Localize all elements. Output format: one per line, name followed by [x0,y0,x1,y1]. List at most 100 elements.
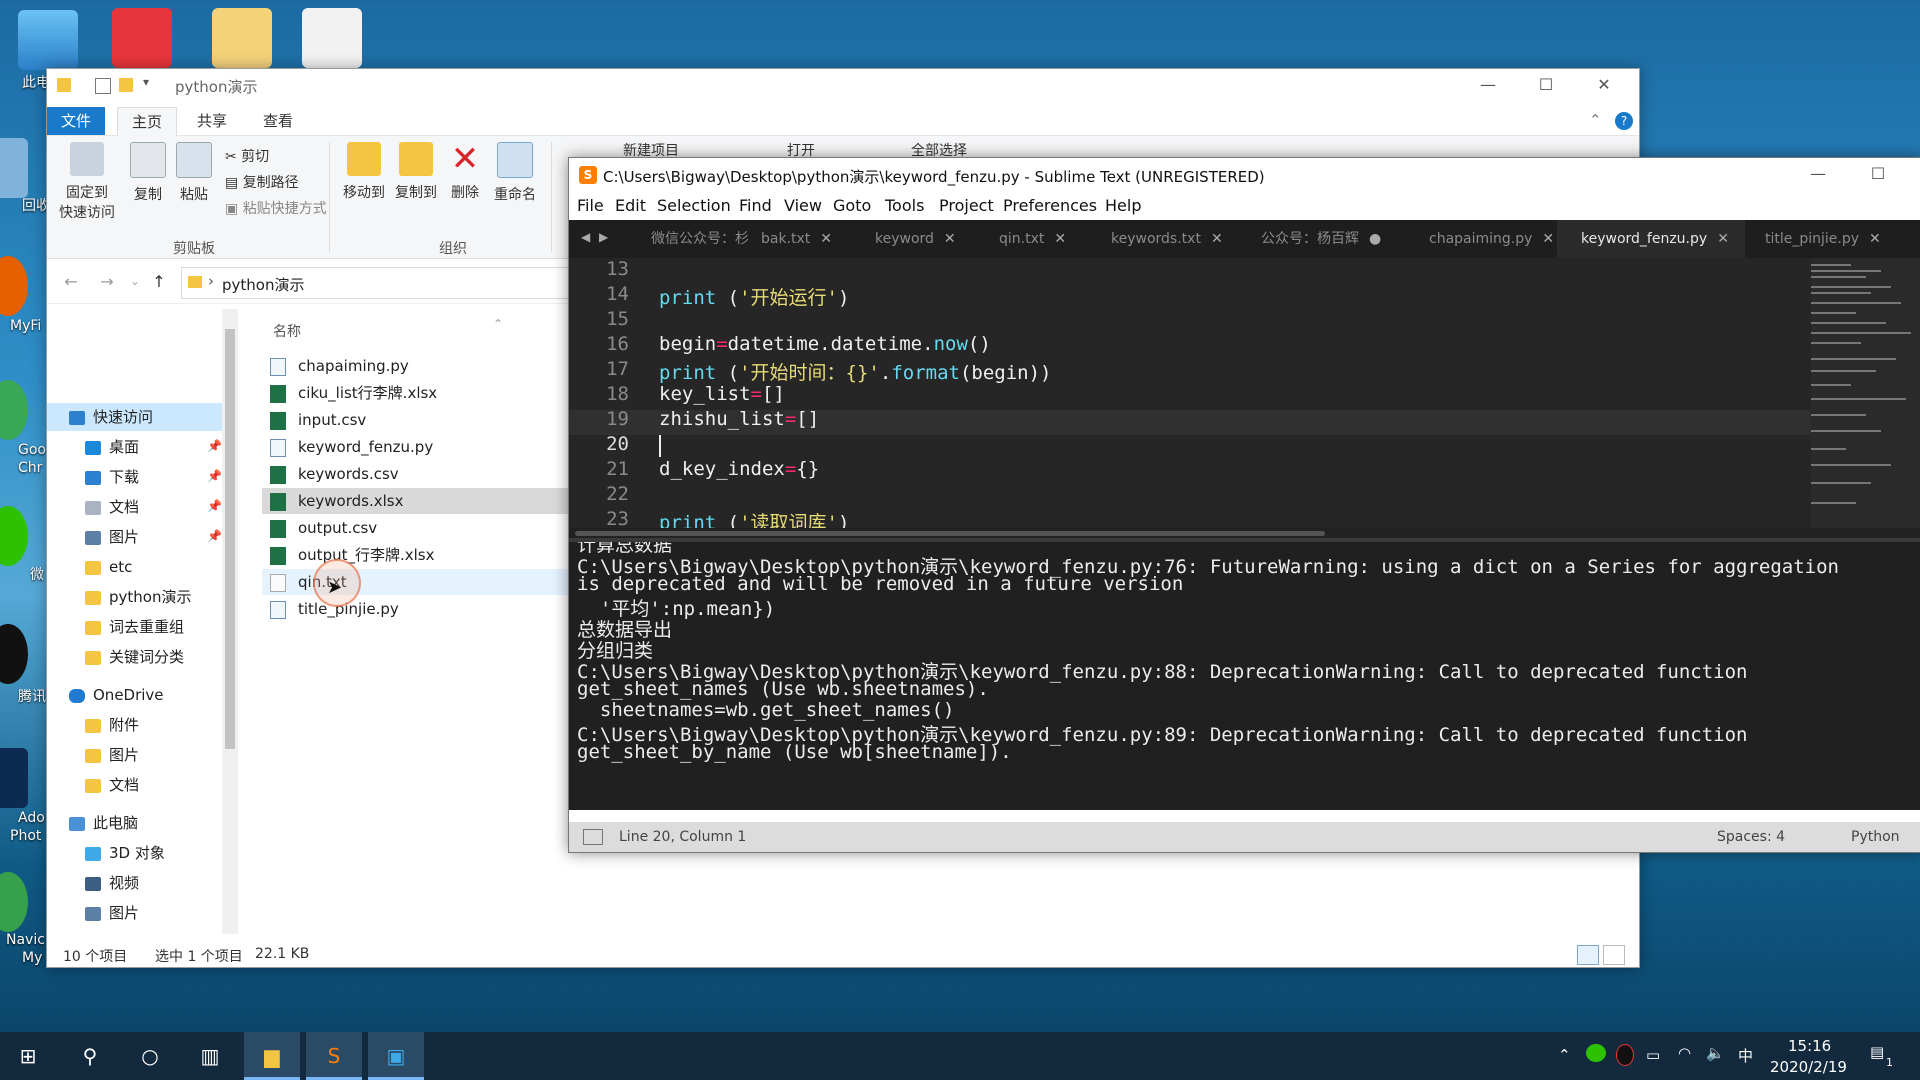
close-button[interactable]: ✕ [1905,158,1920,190]
menu-selection[interactable]: Selection [657,196,731,215]
tab-close-icon[interactable]: ✕ [820,231,832,247]
tab-share[interactable]: 共享 [183,107,241,135]
minimize-button[interactable]: — [1459,69,1517,101]
photoshop-icon[interactable] [0,748,28,808]
minimap[interactable] [1811,258,1920,528]
editor-tab-active[interactable]: keyword_fenzu.py ✕ [1557,220,1745,258]
chevron-down-icon[interactable]: ▾ [143,75,149,89]
scrollbar-thumb[interactable] [225,329,235,749]
nav-pc-pictures[interactable]: 图片 [85,899,139,927]
editor-tab[interactable]: keyword ✕ [875,220,956,258]
nav-pc-documents[interactable]: 文档 [85,929,139,934]
battery-icon[interactable]: ▭ [1646,1046,1660,1064]
nav-downloads[interactable]: 下载 [85,463,139,491]
clock-time[interactable]: 15:16 [1788,1037,1831,1055]
nav-onedrive[interactable]: OneDrive [69,681,164,709]
qq-icon[interactable] [0,624,28,684]
forward-arrow-icon[interactable]: → [95,271,119,293]
tab-scroll-right-icon[interactable]: ▶ [599,230,608,244]
code-line[interactable]: print ('开始运行') [659,283,849,310]
chrome-icon[interactable] [0,380,28,440]
start-button[interactable]: ⊞ [0,1032,56,1080]
column-header-name[interactable]: 名称 [273,321,301,341]
wifi-icon[interactable]: ◠ [1678,1044,1691,1062]
menu-edit[interactable]: Edit [615,196,646,215]
editor-tab[interactable]: qin.txt ✕ [999,220,1066,258]
nav-onedrive-pictures[interactable]: 图片 [85,741,139,769]
file-explorer-taskbar-icon[interactable]: ▆ [244,1032,300,1080]
xmind-icon[interactable] [112,8,172,68]
tab-close-icon[interactable]: ✕ [1717,231,1729,247]
editor-tab[interactable]: chapaiming.py ✕ [1429,220,1554,258]
clock-date[interactable]: 2020/2/19 [1770,1058,1847,1076]
chevron-up-icon[interactable]: ⌃ [1589,111,1602,129]
nav-3d-objects[interactable]: 3D 对象 [85,839,165,867]
paste-button[interactable]: 粘贴 [171,142,217,204]
tab-close-icon[interactable]: ✕ [1211,231,1223,247]
nav-keyword-classify[interactable]: 关键词分类 [85,643,184,671]
pin-quick-access-button[interactable]: 固定到 快速访问 [51,142,123,222]
ime-indicator[interactable]: 中 [1738,1045,1753,1066]
firefox-icon[interactable] [0,256,28,316]
scrollbar-thumb[interactable] [575,531,1325,536]
back-arrow-icon[interactable]: ← [59,271,83,293]
tab-scroll-left-icon[interactable]: ◀ [581,230,590,244]
rename-button[interactable]: 重命名 [487,142,543,204]
editor-tab[interactable]: title_pinjie.py ✕ [1765,220,1881,258]
code-editor[interactable]: 13 14 15 16 17 18 19 20 21 22 23 print (… [569,258,1920,528]
notification-icon[interactable]: ▤ [1870,1043,1884,1061]
copy-button[interactable]: 复制 [125,142,171,204]
task-view-icon[interactable]: ▥ [182,1032,238,1080]
menu-tools[interactable]: Tools [885,196,924,215]
desktop-computer-icon[interactable] [18,10,78,70]
nav-pictures[interactable]: 图片 [85,523,139,551]
address-input[interactable]: › python演示 [181,267,623,299]
minimize-button[interactable]: — [1789,158,1847,190]
close-button[interactable]: ✕ [1575,69,1633,101]
nav-this-pc[interactable]: 此电脑 [69,809,138,837]
folder-icon[interactable] [212,8,272,68]
tab-view[interactable]: 查看 [249,107,307,135]
large-icons-view-icon[interactable] [1603,945,1625,965]
delete-button[interactable]: ✕ 删除 [445,142,485,202]
nav-onedrive-documents[interactable]: 文档 [85,771,139,799]
nav-scrollbar[interactable] [222,309,238,934]
breadcrumb[interactable]: python演示 [222,274,304,295]
nav-dedup[interactable]: 词去重重组 [85,613,184,641]
details-view-icon[interactable] [1577,945,1599,965]
code-line[interactable]: d_key_index={} [659,458,819,480]
menu-file[interactable]: File [577,196,604,215]
move-to-button[interactable]: 移动到 [339,142,389,202]
tab-home[interactable]: 主页 [117,107,178,137]
nav-desktop[interactable]: 桌面 [85,433,139,461]
menu-help[interactable]: Help [1105,196,1141,215]
properties-icon[interactable] [95,78,111,94]
cortana-icon[interactable]: ○ [122,1032,178,1080]
menu-find[interactable]: Find [739,196,772,215]
wechat-icon[interactable] [0,506,28,566]
code-line[interactable]: key_list=[] [659,383,785,405]
wechat-tray-icon[interactable] [1586,1044,1606,1062]
nav-python-demo[interactable]: python演示 [85,583,191,611]
search-icon[interactable]: ⚲ [62,1032,118,1080]
volume-icon[interactable]: 🔈 [1706,1044,1725,1062]
maximize-button[interactable]: ☐ [1517,69,1575,101]
editor-tab[interactable]: 微信公众号：杉 [651,220,749,258]
recent-chevron-icon[interactable]: ⌄ [123,271,147,293]
tab-close-icon[interactable]: ✕ [1054,231,1066,247]
new-folder-icon[interactable] [119,78,133,92]
sublime-taskbar-icon[interactable]: S [306,1032,362,1080]
copy-path-button[interactable]: ▤ 复制路径 [225,172,299,192]
shoe-image-icon[interactable] [302,8,362,68]
syntax-selector[interactable]: Python [1851,829,1900,845]
code-line[interactable]: print ('开始时间：{}'.format(begin)) [659,358,1051,385]
editor-tab[interactable]: keywords.txt ✕ [1111,220,1223,258]
tab-file[interactable]: 文件 [47,107,106,135]
nav-onedrive-attachments[interactable]: 附件 [85,711,139,739]
qq-tray-icon[interactable] [1616,1044,1634,1066]
tab-close-icon[interactable]: ✕ [1542,231,1554,247]
navicat-icon[interactable] [0,872,28,932]
unsaved-dot-icon[interactable]: ● [1369,231,1381,247]
nav-documents[interactable]: 文档 [85,493,139,521]
nav-quick-access[interactable]: 快速访问 [47,403,229,431]
